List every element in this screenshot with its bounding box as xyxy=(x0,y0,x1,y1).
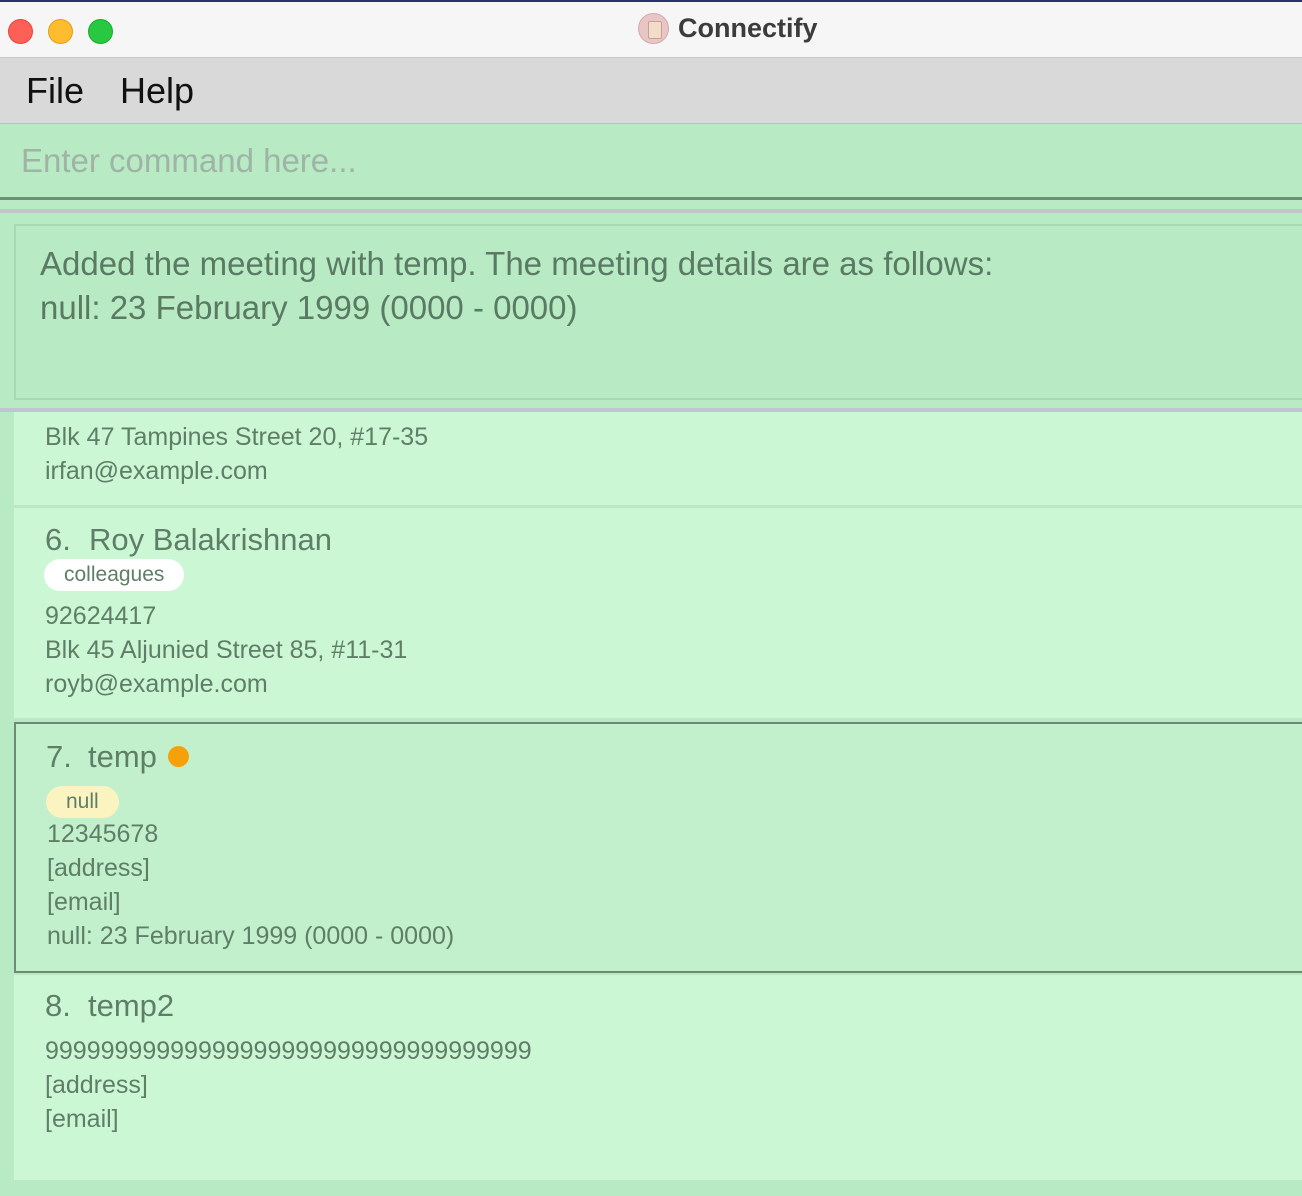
contact-index: 7. xyxy=(46,739,72,774)
command-box xyxy=(0,124,1302,200)
status-dot-icon xyxy=(168,746,189,767)
contact-tag: null xyxy=(46,786,119,818)
contact-name: temp2 xyxy=(88,988,175,1023)
contact-email: [email] xyxy=(47,888,121,916)
command-input[interactable] xyxy=(0,124,1302,197)
close-window-button[interactable] xyxy=(8,19,33,44)
minimize-window-button[interactable] xyxy=(48,19,73,44)
window-title-group: Connectify xyxy=(638,13,818,44)
app-icon xyxy=(638,13,669,44)
contact-index: 8. xyxy=(45,988,71,1023)
contact-email: irfan@example.com xyxy=(45,457,268,485)
contact-name: Roy Balakrishnan xyxy=(89,522,332,557)
contact-card-selected[interactable]: 7. temp null 12345678 [address] [email] … xyxy=(14,722,1302,973)
divider[interactable] xyxy=(0,209,1302,213)
contact-address: [address] xyxy=(47,854,150,882)
contact-address: Blk 45 Aljunied Street 85, #11-31 xyxy=(45,636,408,664)
menu-bar: File Help xyxy=(0,58,1302,124)
contact-card[interactable]: 6. Roy Balakrishnan colleagues 92624417 … xyxy=(14,508,1302,718)
contact-card-partial[interactable]: Blk 47 Tampines Street 20, #17-35 irfan@… xyxy=(14,412,1302,505)
title-bar: Connectify xyxy=(0,0,1302,58)
contact-address: [address] xyxy=(45,1071,148,1099)
maximize-window-button[interactable] xyxy=(88,19,113,44)
contact-list[interactable]: Blk 47 Tampines Street 20, #17-35 irfan@… xyxy=(0,412,1302,1196)
menu-file[interactable]: File xyxy=(26,70,84,112)
contact-name: temp xyxy=(88,739,157,774)
contact-email: royb@example.com xyxy=(45,670,268,698)
contact-phone: 12345678 xyxy=(47,820,159,848)
contact-address: Blk 47 Tampines Street 20, #17-35 xyxy=(45,423,429,451)
menu-help[interactable]: Help xyxy=(120,70,194,112)
result-display: Added the meeting with temp. The meeting… xyxy=(14,224,1302,400)
contact-tag: colleagues xyxy=(44,559,185,591)
contact-phone: 99999999999999999999999999999999999 xyxy=(45,1037,532,1065)
contact-meeting: null: 23 February 1999 (0000 - 0000) xyxy=(47,922,455,950)
result-line-1: Added the meeting with temp. The meeting… xyxy=(40,245,994,282)
contact-email: [email] xyxy=(45,1105,119,1133)
contact-card[interactable]: 8. temp2 9999999999999999999999999999999… xyxy=(14,975,1302,1180)
window-title: Connectify xyxy=(678,13,818,43)
contact-index: 6. xyxy=(45,522,71,557)
contact-phone: 92624417 xyxy=(45,602,157,630)
result-line-2: null: 23 February 1999 (0000 - 0000) xyxy=(40,289,578,326)
